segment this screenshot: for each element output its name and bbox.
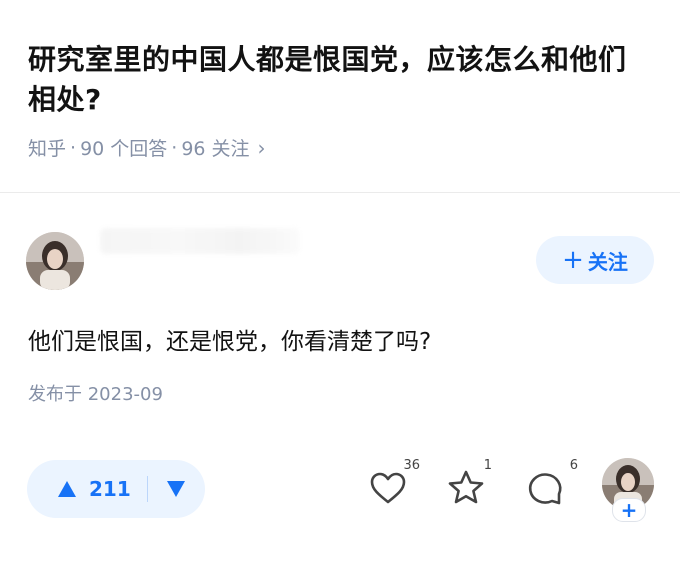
chevron-right-icon: › [257, 135, 266, 160]
answer-count: 90 个回答 [80, 138, 168, 160]
dot-separator: · [70, 136, 77, 159]
upvote-button[interactable]: 211 [27, 460, 147, 518]
plus-icon: + [562, 245, 584, 275]
author-avatar[interactable] [26, 232, 84, 290]
favorite-button[interactable]: 1 [446, 458, 492, 512]
upvote-count: 211 [89, 477, 131, 501]
comment-count: 6 [569, 458, 578, 473]
downvote-button[interactable] [148, 460, 204, 518]
favorite-count: 1 [483, 458, 492, 473]
downvote-triangle-icon [167, 481, 185, 497]
publish-time: 发布于 2023-09 [28, 384, 163, 405]
question-title[interactable]: 研究室里的中国人都是恨国党，应该怎么和他们相处? [28, 40, 648, 120]
follow-button[interactable]: + 关注 [536, 236, 654, 284]
question-header: 研究室里的中国人都是恨国党，应该怎么和他们相处? [28, 40, 648, 120]
source-label: 知乎 [28, 138, 67, 160]
like-count: 36 [403, 458, 420, 473]
upvote-triangle-icon [58, 481, 76, 497]
star-icon [448, 470, 484, 504]
question-meta[interactable]: 知乎 · 90 个回答 · 96 关注 › [28, 134, 266, 161]
vote-group: 211 [27, 460, 205, 518]
comment-button[interactable]: 6 [526, 458, 578, 512]
dot-separator: · [171, 136, 178, 159]
follow-plus-icon[interactable]: + [612, 498, 646, 522]
heart-icon [370, 472, 406, 504]
section-divider [0, 192, 680, 193]
follower-count: 96 关注 [181, 138, 250, 160]
author-name-blurred [100, 228, 300, 254]
answer-content: 他们是恨国，还是恨党，你看清楚了吗? [28, 329, 432, 355]
follow-label: 关注 [587, 249, 628, 274]
like-button[interactable]: 36 [368, 458, 420, 512]
comment-bubble-icon [528, 473, 562, 505]
